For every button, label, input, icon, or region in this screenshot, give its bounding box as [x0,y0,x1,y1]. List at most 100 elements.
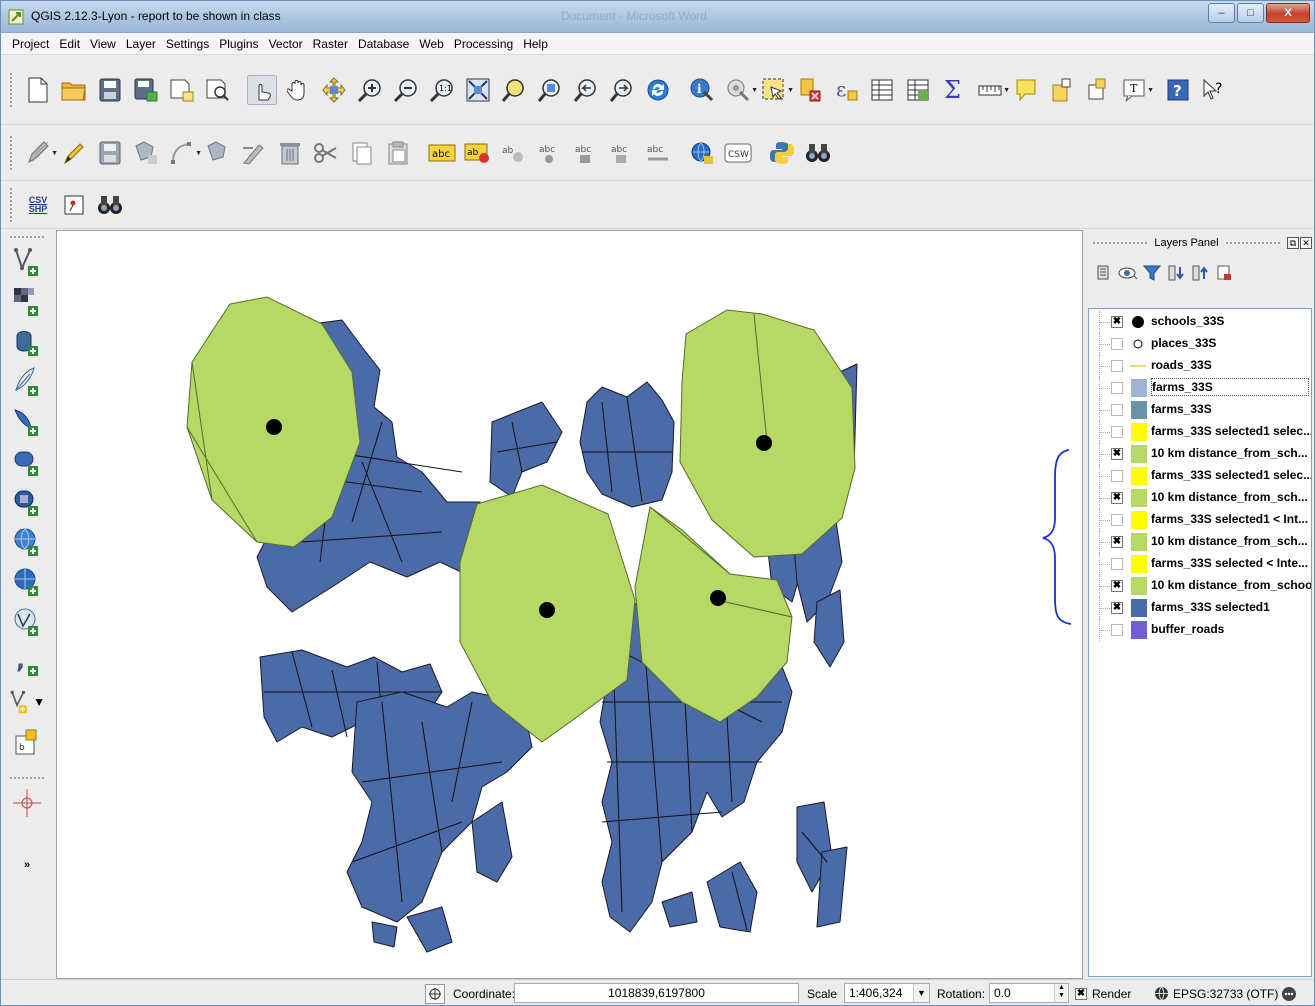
rotation-spinbox[interactable]: 0.0 ▲ ▼ [989,983,1069,1003]
binoculars-plugin-icon[interactable] [95,190,125,220]
map-tips-icon[interactable] [1011,75,1041,105]
add-oracle-layer-icon[interactable] [9,444,45,480]
toolbar-grip[interactable] [9,776,45,781]
add-postgis-layer-icon[interactable] [9,324,45,360]
layer-item[interactable]: roads_33S [1089,355,1311,377]
menu-processing[interactable]: Processing [449,37,518,51]
label-tool-icon[interactable]: abc [427,138,457,168]
layer-visibility-checkbox[interactable]: ✖ [1111,492,1123,504]
zoom-full-icon[interactable] [463,75,493,105]
close-panel-button[interactable]: ✕ [1300,237,1312,249]
add-delimited-text-icon[interactable]: , [9,644,45,680]
csw-icon[interactable]: CSW [723,138,753,168]
zoom-in-icon[interactable] [355,75,385,105]
layer-visibility-checkbox[interactable] [1111,338,1123,350]
layer-visibility-checkbox[interactable]: ✖ [1111,536,1123,548]
paste-features-icon[interactable] [383,138,413,168]
layer-visibility-checkbox[interactable] [1111,470,1123,482]
menu-plugins[interactable]: Plugins [214,37,263,51]
spin-arrows-icon[interactable]: ▲ ▼ [1054,984,1068,1002]
layer-item[interactable]: places_33S [1089,333,1311,355]
float-panel-button[interactable]: ⧉ [1287,237,1299,249]
add-db2-layer-icon[interactable] [9,484,45,520]
map-canvas[interactable] [56,230,1083,979]
toggle-editing-icon[interactable] [59,138,89,168]
move-label-icon[interactable]: abc [535,138,565,168]
add-raster-layer-icon[interactable] [9,284,45,320]
render-checkbox[interactable]: ✖ Render [1075,984,1131,1003]
school-point[interactable] [710,590,726,606]
refresh-icon[interactable] [643,75,673,105]
measure-icon[interactable]: ▼ [975,75,1010,105]
coordinate-toggle-icon[interactable] [425,984,445,1004]
run-action-icon[interactable]: ▼ [723,75,758,105]
layer-item[interactable]: ✖ schools_33S [1089,311,1311,333]
layer-visibility-checkbox[interactable] [1111,514,1123,526]
pan-map-icon[interactable] [283,75,313,105]
zoom-last-icon[interactable] [571,75,601,105]
layer-item[interactable]: farms_33S selected1 selec... [1089,421,1311,443]
manage-visibility-icon[interactable] [1118,263,1138,283]
menu-edit[interactable]: Edit [54,37,85,51]
toolbar-grip[interactable] [9,235,45,240]
scale-combobox[interactable]: 1:406,324 ▼ [844,983,930,1003]
deselect-icon[interactable] [795,75,825,105]
layer-visibility-checkbox[interactable]: ✖ [1111,602,1123,614]
add-group-icon[interactable] [1094,263,1114,283]
new-bookmark-icon[interactable] [1047,75,1077,105]
add-spatialite-layer-icon[interactable] [9,364,45,400]
crs-status-button[interactable]: EPSG:32733 (OTF) [1154,984,1278,1003]
select-features-icon[interactable]: ▼ [759,75,794,105]
delete-selected-icon[interactable] [275,138,305,168]
pin-labels-icon[interactable]: ab [463,138,493,168]
school-point[interactable] [266,419,282,435]
menu-layer[interactable]: Layer [121,37,161,51]
zoom-to-selection-icon[interactable] [499,75,529,105]
layer-visibility-checkbox[interactable] [1111,404,1123,416]
menu-database[interactable]: Database [353,37,414,51]
messages-icon[interactable] [1281,984,1297,1003]
layer-item[interactable]: farms_33S [1089,377,1311,399]
layer-item[interactable]: ✖ farms_33S selected1 [1089,597,1311,619]
school-point[interactable] [756,435,772,451]
move-feature-icon[interactable] [203,138,233,168]
binoculars-icon[interactable] [803,138,833,168]
layer-item[interactable]: ✖ 10 km distance_from_sch... [1089,487,1311,509]
gps-tool-icon[interactable] [9,785,45,821]
menu-help[interactable]: Help [518,37,553,51]
new-print-composer-icon[interactable] [167,75,197,105]
menu-vector[interactable]: Vector [264,37,308,51]
save-as-icon[interactable] [131,75,161,105]
expand-all-icon[interactable] [1166,263,1186,283]
layer-item[interactable]: ✖ 10 km distance_from_sch... [1089,443,1311,465]
open-project-icon[interactable] [59,75,89,105]
close-button[interactable]: X [1266,3,1310,23]
save-project-icon[interactable] [95,75,125,105]
add-wms-layer-icon[interactable] [9,524,45,560]
filter-legend-icon[interactable] [1142,263,1162,283]
toolbar-grip[interactable] [9,186,14,223]
add-wcs-layer-icon[interactable] [9,564,45,600]
statistics-icon[interactable]: Σ [939,75,969,105]
layer-visibility-checkbox[interactable] [1111,426,1123,438]
layer-item[interactable]: ✖ 10 km distance_from_school [1089,575,1311,597]
python-console-icon[interactable] [767,138,797,168]
add-vector-layer-icon[interactable] [9,244,45,280]
point-plugin-icon[interactable] [59,190,89,220]
zoom-next-icon[interactable] [607,75,637,105]
layer-visibility-checkbox[interactable] [1111,624,1123,636]
cut-features-icon[interactable] [311,138,341,168]
metasearch-icon[interactable] [687,138,717,168]
pan-to-selection-icon[interactable] [319,75,349,105]
menu-project[interactable]: Project [7,37,54,51]
touch-zoom-icon[interactable] [247,74,277,105]
menu-raster[interactable]: Raster [308,37,353,51]
collapse-all-icon[interactable] [1190,263,1210,283]
new-shapefile-icon[interactable]: ▼ [9,684,45,720]
layer-visibility-checkbox[interactable]: ✖ [1111,448,1123,460]
layer-visibility-checkbox[interactable]: ✖ [1111,316,1123,328]
toolbar-extension-icon[interactable]: » [9,855,45,875]
layer-tree[interactable]: ✖ schools_33S places_33S roads_33S farms_33S… [1088,308,1312,977]
zoom-actual-size-icon[interactable]: 1:1 [427,75,457,105]
add-mssql-layer-icon[interactable] [9,404,45,440]
